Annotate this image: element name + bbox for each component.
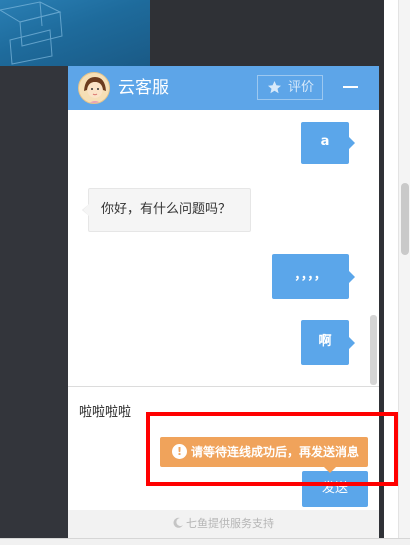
footer: 七鱼提供服务支持 [68, 510, 379, 538]
agent-avatar [78, 72, 110, 104]
rate-button[interactable]: 评价 [257, 75, 323, 100]
message-list[interactable]: a 你好，有什么问题吗？ ，，，， 啊 [68, 110, 379, 386]
message-bubble-received: 你好，有什么问题吗？ [82, 188, 251, 232]
rate-label: 评价 [288, 80, 315, 95]
chat-header: 云客服 评价 [68, 66, 379, 110]
qiyu-logo-icon [173, 517, 183, 528]
banner-image [0, 0, 150, 66]
message-bubble-sent: a [301, 122, 355, 164]
chat-title: 云客服 [118, 78, 169, 98]
message-scrollbar[interactable] [370, 315, 377, 385]
footer-text: 七鱼提供服务支持 [186, 517, 274, 530]
message-text: a [320, 134, 330, 149]
message-text: 啊 [318, 334, 332, 349]
highlight-box [146, 412, 398, 486]
background-panel [0, 66, 68, 538]
page-scroll-thumb[interactable] [401, 183, 409, 255]
page-scrollbar[interactable] [398, 0, 410, 538]
message-input-text: 啦啦啦啦 [79, 405, 132, 420]
message-bubble-sent: 啊 [301, 320, 355, 365]
star-icon [268, 81, 281, 94]
background-strip [150, 0, 384, 66]
message-text: 你好，有什么问题吗？ [101, 202, 232, 217]
message-bubble-sent: ，，，， [272, 254, 355, 299]
message-text: ，，，， [294, 268, 327, 283]
page-bottom-bar [0, 538, 410, 545]
minimize-button[interactable] [340, 78, 362, 98]
